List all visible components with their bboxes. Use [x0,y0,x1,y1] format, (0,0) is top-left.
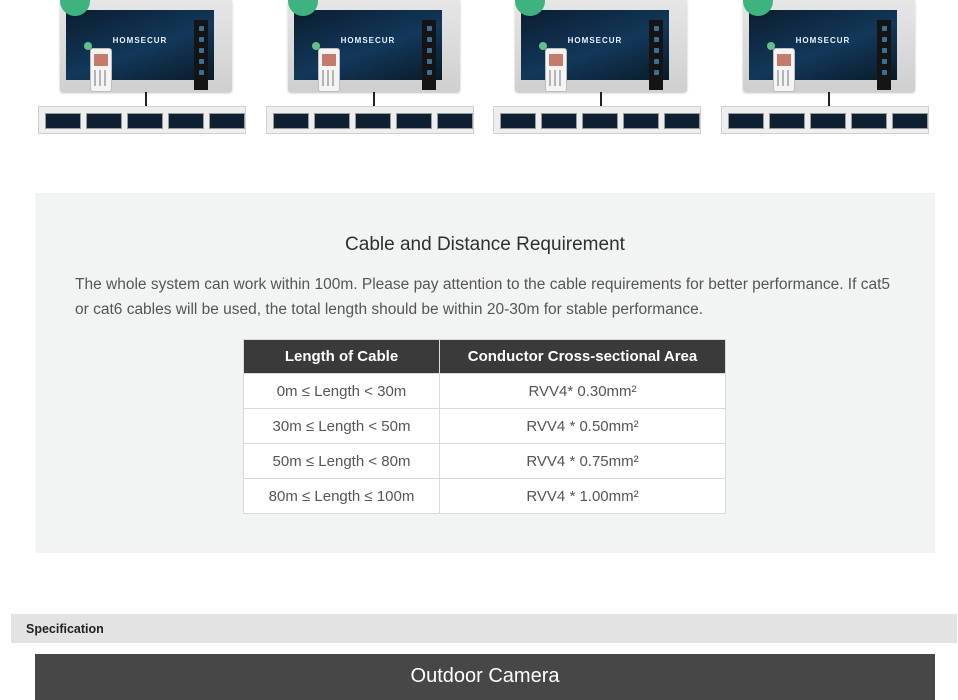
product-unit: HOMSECUR [36,0,248,140]
table-row: 50m ≤ Length < 80m RVV4 * 0.75mm² [243,443,726,479]
connector-line [600,92,602,106]
cable-requirement-table: Length of Cable Conductor Cross-sectiona… [243,339,726,514]
product-unit: HOMSECUR [719,0,931,140]
product-unit: HOMSECUR [264,0,476,140]
header-length-of-cable: Length of Cable [243,339,440,374]
indoor-monitor: HOMSECUR [515,0,687,92]
section-title: Cable and Distance Requirement [345,234,625,255]
conductor-area-cell: RVV4 * 0.75mm² [439,443,726,479]
connector-line [145,92,147,106]
specification-tab[interactable]: Specification [11,614,957,643]
extension-monitors-bar [38,106,246,134]
cable-length-cell: 50m ≤ Length < 80m [243,443,440,479]
cable-length-cell: 30m ≤ Length < 50m [243,408,440,444]
product-unit: HOMSECUR [491,0,703,140]
cable-length-cell: 80m ≤ Length ≤ 100m [243,478,440,514]
connector-line [828,92,830,106]
header-conductor-area: Conductor Cross-sectional Area [439,339,726,374]
table-header-row: Length of Cable Conductor Cross-sectiona… [243,339,726,374]
indoor-monitor: HOMSECUR [743,0,915,92]
extension-monitors-bar [721,106,929,134]
monitor-buttons [194,20,208,90]
monitor-buttons [877,20,891,90]
product-image-strip: HOMSECUR HOMSECUR HOMSECUR HOMSECUR [0,0,958,140]
table-row: 30m ≤ Length < 50m RVV4 * 0.50mm² [243,408,726,444]
table-row: 80m ≤ Length ≤ 100m RVV4 * 1.00mm² [243,478,726,514]
smartphone-icon [90,48,112,92]
specification-label: Specification [26,622,104,636]
monitor-buttons [649,20,663,90]
section-description: The whole system can work within 100m. P… [75,276,891,318]
conductor-area-cell: RVV4* 0.30mm² [439,373,726,409]
conductor-area-cell: RVV4 * 1.00mm² [439,478,726,514]
table-row: 0m ≤ Length < 30m RVV4* 0.30mm² [243,373,726,409]
outdoor-camera-title: Outdoor Camera [410,665,560,687]
outdoor-camera-header: Outdoor Camera [35,654,935,700]
smartphone-icon [545,48,567,92]
extension-monitors-bar [266,106,474,134]
cable-length-cell: 0m ≤ Length < 30m [243,373,440,409]
connector-line [373,92,375,106]
indoor-monitor: HOMSECUR [60,0,232,92]
indoor-monitor: HOMSECUR [288,0,460,92]
conductor-area-cell: RVV4 * 0.50mm² [439,408,726,444]
smartphone-icon [318,48,340,92]
cable-distance-section: Cable and Distance Requirement The whole… [35,193,935,553]
monitor-buttons [422,20,436,90]
extension-monitors-bar [493,106,701,134]
smartphone-icon [773,48,795,92]
